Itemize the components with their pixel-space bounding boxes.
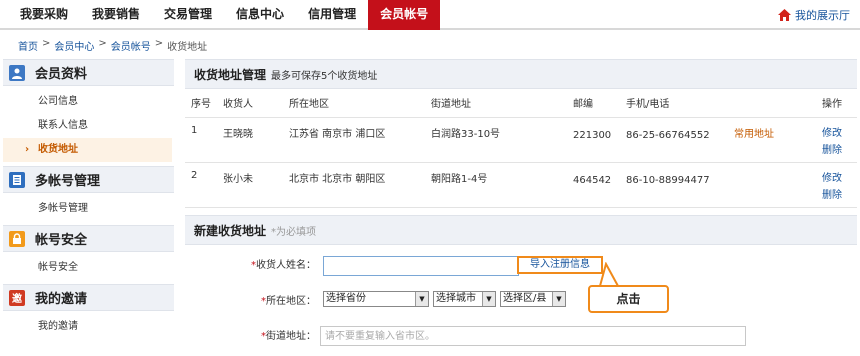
sidebar-group-multi-account: 多帐号管理 bbox=[3, 166, 174, 193]
cell-phone: 86-10-88994477 bbox=[620, 162, 728, 208]
breadcrumb: 首页 > 会员中心 > 会员帐号 > 收货地址 bbox=[18, 38, 207, 53]
sidebar-items: 我的邀请 bbox=[3, 311, 174, 343]
receiver-name-label: *收货人姓名： bbox=[251, 260, 316, 271]
breadcrumb-separator: > bbox=[154, 38, 164, 49]
province-select[interactable]: 选择省份 ▼ bbox=[323, 291, 429, 307]
chevron-down-icon: ▼ bbox=[415, 292, 428, 306]
tab-sales[interactable]: 我要销售 bbox=[80, 0, 152, 30]
cell-no: 1 bbox=[185, 117, 217, 163]
required-note: *为必填项 bbox=[271, 226, 317, 238]
district-select[interactable]: 选择区/县 ▼ bbox=[500, 291, 566, 307]
tab-credit[interactable]: 信用管理 bbox=[296, 0, 368, 30]
column-header: 所在地区 bbox=[283, 89, 425, 118]
column-header: 序号 bbox=[185, 89, 217, 118]
cell-region: 江苏省 南京市 浦口区 bbox=[283, 117, 425, 163]
breadcrumb-current: 收货地址 bbox=[167, 42, 208, 53]
cell-actions: 修改 删除 bbox=[816, 162, 857, 208]
column-header: 街道地址 bbox=[425, 89, 567, 118]
cell-phone: 86-25-66764552 bbox=[620, 117, 728, 163]
sidebar-group-title: 帐号安全 bbox=[35, 233, 88, 248]
receiver-name-input[interactable] bbox=[323, 256, 519, 276]
top-nav: 我要采购 我要销售 交易管理 信息中心 信用管理 会员帐号 我的展示厅 bbox=[0, 0, 860, 30]
breadcrumb-member-center[interactable]: 会员中心 bbox=[54, 38, 94, 53]
sidebar-item-label: 收货地址 bbox=[38, 144, 78, 155]
home-icon bbox=[778, 9, 791, 21]
member-icon bbox=[9, 64, 25, 81]
cell-street: 白润路33-10号 bbox=[425, 117, 567, 163]
new-address-header: 新建收货地址 *为必填项 bbox=[185, 215, 857, 245]
table-row: 1 王晓晓 江苏省 南京市 浦口区 白润路33-10号 221300 86-25… bbox=[185, 117, 857, 163]
address-panel-header: 收货地址管理 最多可保存5个收货地址 bbox=[185, 59, 857, 89]
cell-region: 北京市 北京市 朝阳区 bbox=[283, 162, 425, 208]
breadcrumb-separator: > bbox=[42, 38, 51, 49]
sidebar-group-title: 我的邀请 bbox=[35, 292, 88, 307]
city-select[interactable]: 选择城市 ▼ bbox=[433, 291, 496, 307]
new-address-title: 新建收货地址 bbox=[194, 223, 267, 238]
street-address-input[interactable] bbox=[320, 326, 746, 346]
invite-icon: 邀 bbox=[9, 289, 25, 306]
district-select-value: 选择区/县 bbox=[503, 293, 547, 304]
import-registration-button[interactable]: 导入注册信息 bbox=[517, 256, 603, 274]
sidebar-item-multi-account[interactable]: 多帐号管理 bbox=[3, 197, 174, 221]
sidebar-group-security: 帐号安全 bbox=[3, 225, 174, 252]
tab-purchase[interactable]: 我要采购 bbox=[8, 0, 80, 30]
delete-link[interactable]: 删除 bbox=[822, 187, 857, 204]
cell-no: 2 bbox=[185, 162, 217, 208]
address-table: 序号 收货人 所在地区 街道地址 邮编 手机/电话 操作 1 王晓晓 江苏省 南… bbox=[185, 89, 857, 208]
tab-account[interactable]: 会员帐号 bbox=[368, 0, 441, 30]
tab-trade[interactable]: 交易管理 bbox=[152, 0, 224, 30]
street-label: *街道地址： bbox=[261, 331, 316, 342]
breadcrumb-separator: > bbox=[98, 38, 107, 49]
sidebar-item-shipping-address[interactable]: › 收货地址 bbox=[3, 138, 172, 162]
sidebar: 会员资料 公司信息 联系人信息 › 收货地址 多帐号管理 多帐号管理 帐号安全 … bbox=[3, 59, 174, 343]
region-label: *所在地区： bbox=[261, 296, 316, 307]
table-header-row: 序号 收货人 所在地区 街道地址 邮编 手机/电话 操作 bbox=[185, 89, 857, 118]
cell-name: 张小未 bbox=[217, 162, 283, 208]
address-panel-subtitle: 最多可保存5个收货地址 bbox=[271, 70, 378, 82]
sidebar-items: 公司信息 联系人信息 › 收货地址 bbox=[3, 86, 174, 166]
chevron-right-icon: › bbox=[25, 144, 30, 155]
sidebar-group-title: 会员资料 bbox=[35, 67, 88, 82]
column-header: 手机/电话 bbox=[620, 89, 728, 118]
delete-link[interactable]: 删除 bbox=[822, 142, 857, 159]
sidebar-group-title: 多帐号管理 bbox=[35, 174, 101, 189]
cell-name: 王晓晓 bbox=[217, 117, 283, 163]
address-panel-title: 收货地址管理 bbox=[194, 67, 267, 82]
sidebar-items: 帐号安全 bbox=[3, 252, 174, 284]
click-callout: 点击 bbox=[588, 285, 669, 313]
column-header: 邮编 bbox=[567, 89, 620, 118]
sidebar-group-member: 会员资料 bbox=[3, 59, 174, 86]
default-address-badge: 常用地址 bbox=[728, 117, 816, 163]
cell-zip: 221300 bbox=[567, 117, 620, 163]
top-nav-tabs: 我要采购 我要销售 交易管理 信息中心 信用管理 会员帐号 bbox=[8, 0, 441, 30]
column-header: 收货人 bbox=[217, 89, 283, 118]
cell-actions: 修改 删除 bbox=[816, 117, 857, 163]
table-row: 2 张小未 北京市 北京市 朝阳区 朝阳路1-4号 464542 86-10-8… bbox=[185, 162, 857, 208]
breadcrumb-home[interactable]: 首页 bbox=[18, 38, 38, 53]
tab-info[interactable]: 信息中心 bbox=[224, 0, 296, 30]
province-select-value: 选择省份 bbox=[326, 293, 366, 304]
city-select-value: 选择城市 bbox=[436, 293, 476, 304]
lock-icon bbox=[9, 230, 25, 247]
sidebar-group-invite: 邀 我的邀请 bbox=[3, 284, 174, 311]
showroom-link[interactable]: 我的展示厅 bbox=[778, 7, 850, 23]
edit-link[interactable]: 修改 bbox=[822, 170, 857, 187]
sidebar-items: 多帐号管理 bbox=[3, 193, 174, 225]
edit-link[interactable]: 修改 bbox=[822, 125, 857, 142]
sidebar-item-company-info[interactable]: 公司信息 bbox=[3, 90, 174, 114]
chevron-down-icon: ▼ bbox=[482, 292, 495, 306]
column-header bbox=[728, 89, 816, 118]
sidebar-item-my-invite[interactable]: 我的邀请 bbox=[3, 315, 174, 339]
cell-street: 朝阳路1-4号 bbox=[425, 162, 567, 208]
sidebar-item-account-security[interactable]: 帐号安全 bbox=[3, 256, 174, 280]
column-header: 操作 bbox=[816, 89, 857, 118]
breadcrumb-member-account[interactable]: 会员帐号 bbox=[111, 38, 151, 53]
address-panel: 收货地址管理 最多可保存5个收货地址 序号 收货人 所在地区 街道地址 邮编 手… bbox=[185, 59, 857, 208]
document-icon bbox=[9, 171, 25, 188]
chevron-down-icon: ▼ bbox=[552, 292, 565, 306]
default-address-badge bbox=[728, 162, 816, 208]
sidebar-item-contact-info[interactable]: 联系人信息 bbox=[3, 114, 174, 138]
cell-zip: 464542 bbox=[567, 162, 620, 208]
showroom-label: 我的展示厅 bbox=[795, 9, 850, 22]
